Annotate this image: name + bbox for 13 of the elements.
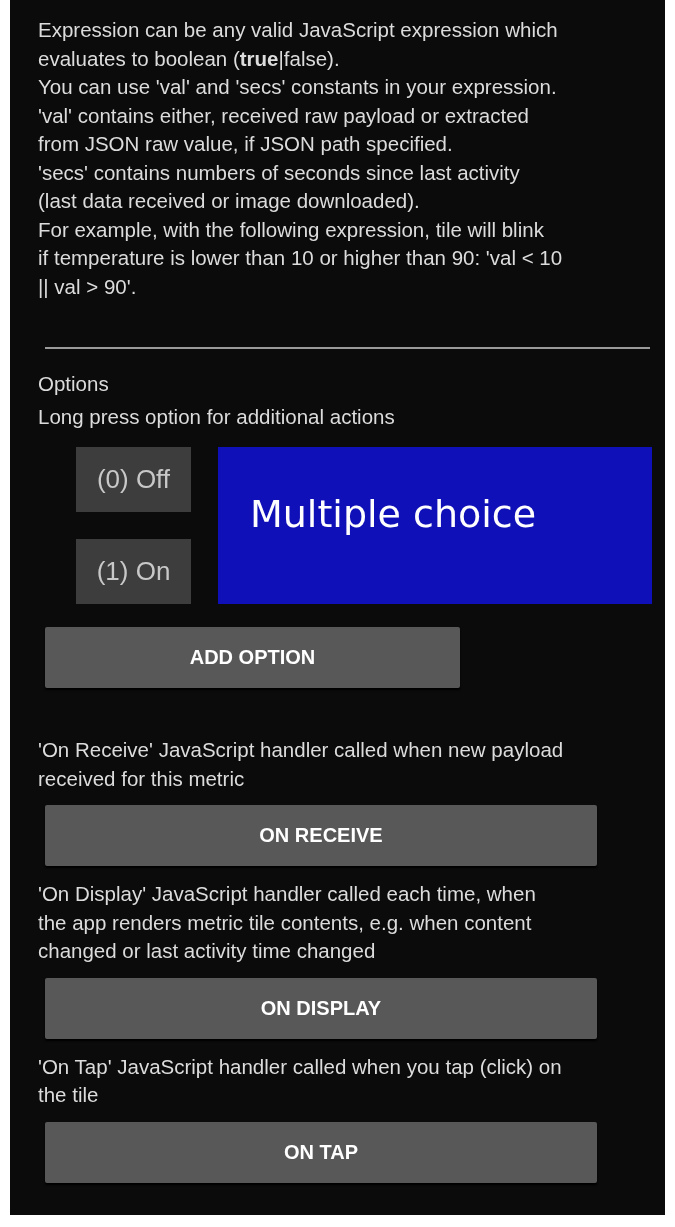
handler-description: 'On Tap' JavaScript handler called when you tap (click) on the tile bbox=[38, 1053, 563, 1108]
tile-preview: Multiple choice bbox=[218, 447, 652, 604]
options-title: Options bbox=[38, 371, 110, 397]
options-hint: Long press option for additional actions bbox=[38, 404, 396, 430]
add-option-button[interactable]: ADD OPTION bbox=[45, 627, 460, 688]
handler-button[interactable]: ON RECEIVE bbox=[45, 805, 597, 866]
handler-button[interactable]: ON DISPLAY bbox=[45, 977, 597, 1039]
option-button[interactable]: (0) Off bbox=[76, 447, 191, 512]
expression-help-text: Expression can be any valid JavaScript expression which evaluates to boolean (true|false). You can use 'val' and 'secs' constants in your expression. 'val' contains either, received raw payload or extracted from JSON raw value, if JSON path specified. 'secs' contains numbers of seconds since last activity (last data received or image downloaded). For example, with the following expression, tile will blink if temperature is lower than 10 or higher than 90: 'val < 10 || val > 90'. bbox=[38, 17, 564, 300]
handler-description: 'On Receive' JavaScript handler called when new payload received for this metric bbox=[38, 737, 565, 792]
option-button[interactable]: (1) On bbox=[76, 539, 191, 604]
handler-description: 'On Display' JavaScript handler called each time, when the app renders metric tile contents, e.g. when content changed or last activity time changed bbox=[38, 881, 537, 964]
handler-button[interactable]: ON TAP bbox=[45, 1121, 597, 1183]
